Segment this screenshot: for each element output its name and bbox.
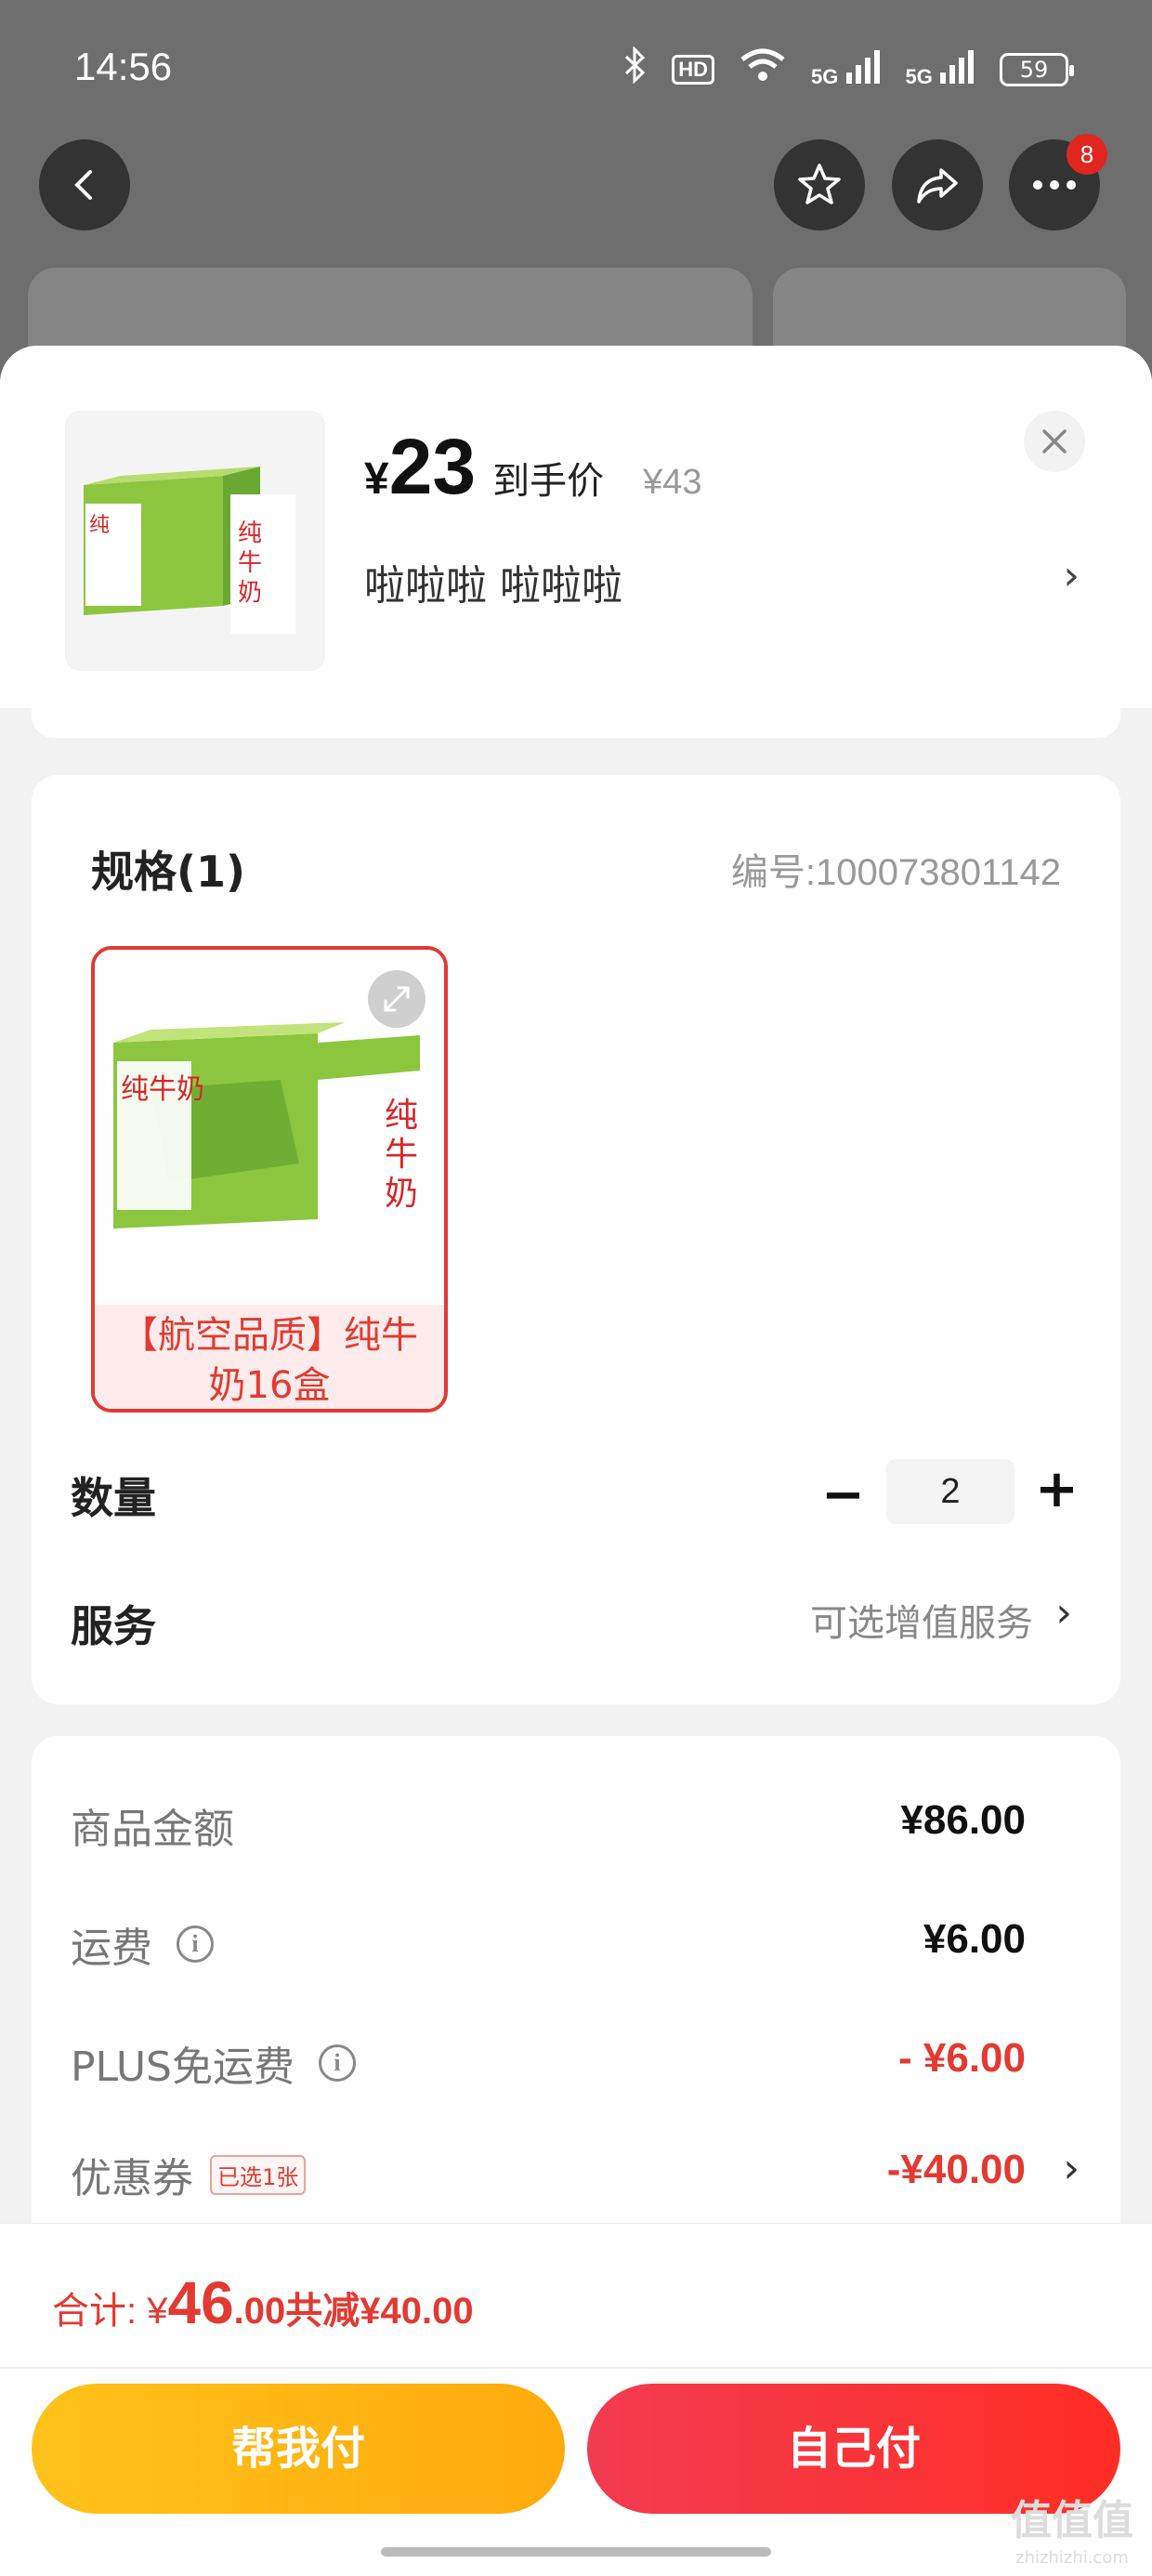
product-thumbnail[interactable]: 纯 纯 牛 奶 — [65, 411, 325, 671]
coupon-selected-tag: 已选1张 — [210, 2154, 307, 2195]
signal-icon: 5G — [811, 50, 881, 89]
plus-free-shipping-label: PLUS免运费 — [71, 2044, 295, 2091]
svg-text:纯: 纯 — [238, 519, 262, 547]
more-button[interactable]: 8 — [1009, 134, 1107, 230]
watermark: 值值值 zhizhizhi.com — [1011, 2501, 1133, 2576]
chevron-right-icon[interactable]: › — [1063, 2145, 1080, 2192]
total-line: 合计: ¥ 46 .00 共减¥40.00 — [52, 2268, 474, 2337]
goods-amount-value: ¥86.00 — [900, 1797, 1026, 1843]
product-code: 编号:100073801142 — [730, 852, 1061, 893]
summary-row-coupon[interactable]: 优惠券 已选1张 -¥40.00 › — [71, 2145, 1080, 2204]
signal-icon: 5G — [906, 50, 975, 89]
quantity-decrease-button[interactable]: − — [821, 1465, 865, 1525]
quantity-label: 数量 — [71, 1473, 156, 1523]
coupon-value: -¥40.00 — [886, 2147, 1026, 2192]
plus-discount-value: - ¥6.00 — [898, 2035, 1026, 2081]
summary-label: 商品金额 — [71, 1795, 234, 1855]
notification-badge: 8 — [1067, 134, 1107, 175]
pay-myself-button[interactable]: 自己付 — [587, 2384, 1120, 2514]
total-label: 合计: ¥ — [52, 2291, 168, 2332]
summary-row-plus: PLUS免运费 i - ¥6.00 — [71, 2033, 1080, 2091]
price-currency: ¥ — [364, 454, 389, 504]
header-divider — [32, 708, 1120, 738]
wifi-icon — [739, 46, 787, 93]
network-type: 5G — [811, 65, 839, 88]
original-price: ¥43 — [643, 463, 702, 502]
quantity-increase-button[interactable]: + — [1035, 1459, 1079, 1519]
svg-text:纯: 纯 — [89, 514, 110, 537]
close-button[interactable] — [1024, 411, 1085, 472]
watermark-url: zhizhizhi.com — [1015, 2548, 1129, 2568]
spec-option-label: 【航空品质】纯牛奶16盒 — [95, 1305, 444, 1409]
back-button[interactable] — [39, 139, 130, 230]
milk-box-image: 纯 纯 牛 奶 — [65, 411, 325, 671]
chevron-right-icon[interactable]: › — [1055, 1589, 1072, 1636]
total-decimal: .00 — [233, 2291, 286, 2332]
watermark-text: 值值值 — [1011, 2497, 1133, 2544]
chevron-left-icon — [74, 170, 92, 200]
status-icons: HD 5G 5G 59 — [623, 46, 1074, 93]
shipping-label: 运费 — [71, 1925, 152, 1972]
more-dots-icon — [1033, 180, 1076, 190]
final-price: 23 — [388, 423, 477, 510]
product-subtitle[interactable]: 啦啦啦 啦啦啦 — [364, 552, 622, 611]
share-icon — [917, 168, 958, 204]
favorite-button[interactable] — [774, 139, 865, 230]
status-bar: 14:56 HD 5G 5G 59 — [0, 0, 1152, 139]
network-type: 5G — [905, 65, 933, 88]
goods-amount-label: 商品金额 — [71, 1806, 234, 1853]
coupon-label: 优惠券 — [71, 2155, 193, 2202]
price-summary-card: 商品金额 ¥86.00 运费 i ¥6.00 PLUS免运费 i - ¥6.00… — [32, 1736, 1120, 2256]
product-header: 纯 纯 牛 奶 ¥ 23 到手价 ¥43 啦啦啦 啦啦啦 › — [0, 346, 1152, 708]
bluetooth-icon — [623, 46, 648, 93]
summary-label: PLUS免运费 i — [71, 2033, 356, 2093]
status-time: 14:56 — [74, 45, 173, 88]
info-icon[interactable]: i — [319, 2044, 356, 2082]
price-row: ¥ 23 到手价 ¥43 — [364, 422, 702, 512]
summary-label: 运费 i — [71, 1914, 214, 1974]
svg-text:奶: 奶 — [238, 579, 262, 607]
svg-text:牛: 牛 — [238, 549, 262, 577]
summary-label: 优惠券 已选1张 — [71, 2145, 307, 2204]
final-price-label: 到手价 — [492, 460, 605, 503]
total-discount: 共减¥40.00 — [285, 2291, 474, 2332]
spec-title: 规格(1) — [91, 847, 246, 897]
quantity-stepper[interactable]: 2 — [886, 1459, 1015, 1524]
shipping-value: ¥6.00 — [923, 1916, 1026, 1962]
svg-text:奶: 奶 — [385, 1175, 418, 1213]
divider — [0, 2367, 1152, 2369]
help-me-pay-button[interactable]: 帮我付 — [32, 2384, 565, 2514]
expand-icon[interactable] — [368, 970, 425, 1028]
service-label: 服务 — [71, 1601, 156, 1651]
total-integer: 46 — [167, 2269, 234, 2336]
share-button[interactable] — [892, 139, 983, 230]
svg-text:牛: 牛 — [385, 1136, 418, 1174]
service-value[interactable]: 可选增值服务 — [810, 1593, 1033, 1647]
spec-card: 规格(1) 编号:100073801142 纯牛奶 纯 牛 奶 【航空品质】纯牛… — [32, 775, 1120, 1704]
summary-row-shipping: 运费 i ¥6.00 — [71, 1914, 1080, 1972]
svg-text:纯: 纯 — [385, 1097, 418, 1135]
chevron-right-icon[interactable]: › — [1063, 552, 1080, 599]
battery-icon: 59 — [1000, 53, 1074, 86]
svg-text:纯牛奶: 纯牛奶 — [121, 1073, 204, 1106]
spec-option-selected[interactable]: 纯牛奶 纯 牛 奶 【航空品质】纯牛奶16盒 — [91, 946, 448, 1413]
hd-icon: HD — [672, 55, 715, 85]
info-icon[interactable]: i — [177, 1925, 214, 1963]
star-icon — [798, 164, 841, 204]
close-icon — [1042, 429, 1067, 453]
summary-row-goods: 商品金额 ¥86.00 — [71, 1795, 1080, 1853]
checkout-bar: 合计: ¥ 46 .00 共减¥40.00 帮我付 自己付 值值值 zhizhi… — [0, 2223, 1152, 2576]
home-indicator[interactable] — [381, 2547, 771, 2556]
